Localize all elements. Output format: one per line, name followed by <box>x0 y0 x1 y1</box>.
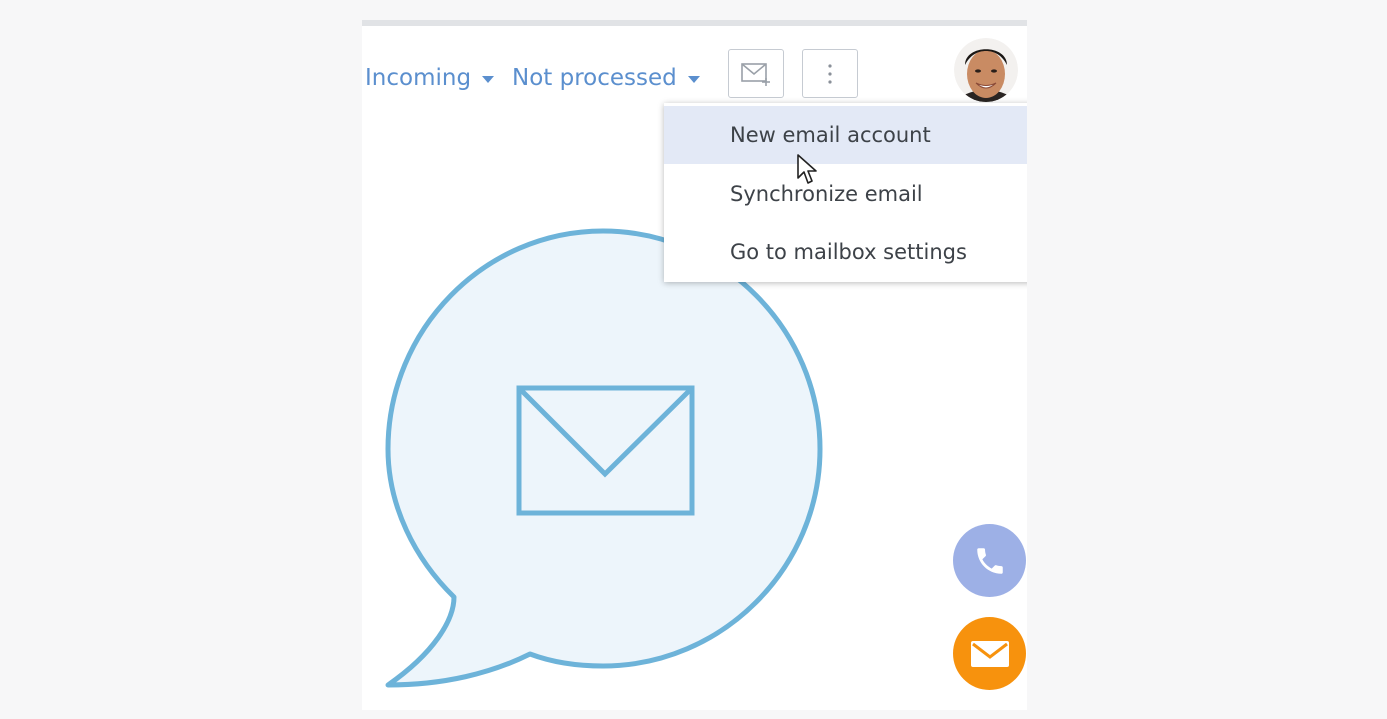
vertical-dots-icon <box>828 63 832 84</box>
speech-bubble-envelope-icon <box>385 228 823 688</box>
menu-item-synchronize-email[interactable]: Synchronize email <box>664 165 1027 223</box>
user-avatar[interactable] <box>954 38 1018 102</box>
envelope-plus-icon <box>741 62 770 86</box>
actions-menu: New email account Synchronize email Go t… <box>664 103 1027 282</box>
menu-item-label: Synchronize email <box>730 182 923 206</box>
caret-down-icon <box>687 76 700 83</box>
new-email-button[interactable] <box>728 49 784 98</box>
phone-icon <box>976 547 1003 574</box>
panel-top-border <box>362 20 1027 26</box>
incoming-filter-dropdown[interactable]: Incoming <box>365 63 495 93</box>
avatar-icon <box>954 38 1018 102</box>
status-filter-label: Not processed <box>512 65 677 91</box>
envelope-icon <box>970 640 1009 667</box>
menu-item-label: New email account <box>730 123 931 147</box>
more-actions-button[interactable] <box>802 49 858 98</box>
incoming-filter-label: Incoming <box>365 65 472 91</box>
status-filter-dropdown[interactable]: Not processed <box>512 63 700 93</box>
email-button[interactable] <box>953 617 1026 690</box>
call-button[interactable] <box>953 524 1026 597</box>
empty-mailbox-illustration <box>382 225 832 699</box>
mouse-pointer-icon <box>797 154 819 190</box>
caret-down-icon <box>482 76 495 83</box>
menu-item-mailbox-settings[interactable]: Go to mailbox settings <box>664 223 1027 281</box>
menu-item-label: Go to mailbox settings <box>730 240 967 264</box>
menu-item-new-email-account[interactable]: New email account <box>664 106 1027 164</box>
email-panel: Incoming Not processed New email account… <box>362 20 1027 710</box>
